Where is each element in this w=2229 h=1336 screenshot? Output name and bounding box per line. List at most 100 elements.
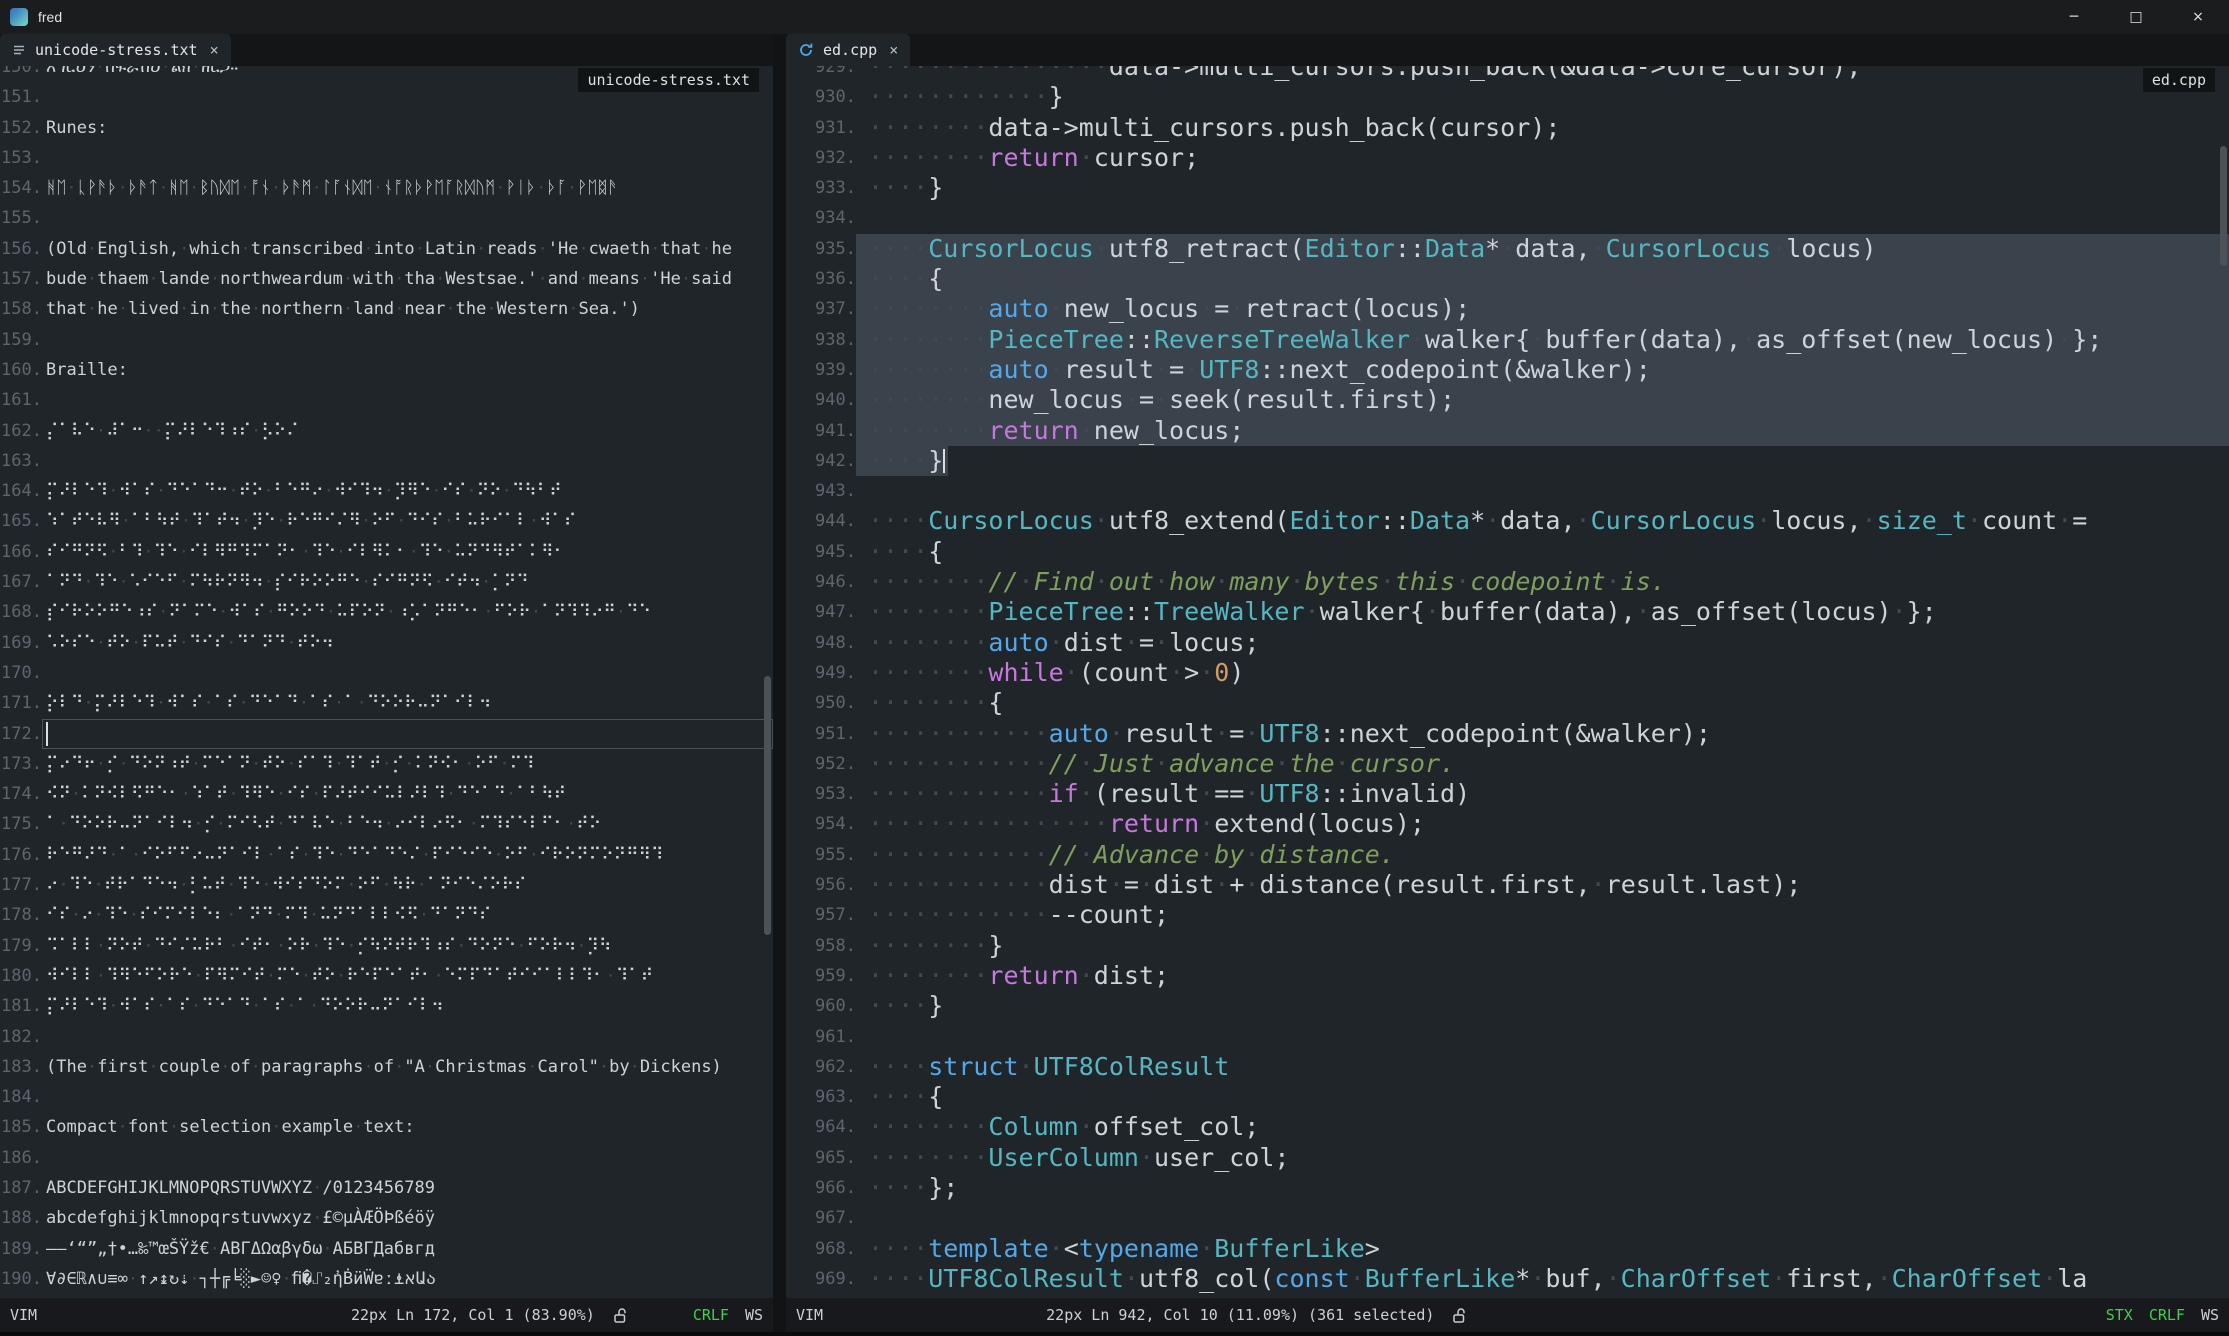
code-line[interactable]: 175.⠁·⠙⠕⠕⠗⠤⠝⠁⠊⠇⠲·⡊·⠍⠊⠣⠞·⠙⠁⠧⠑·⠃⠑⠲·⠔⠊⠇⠔⠫⠂·… — [0, 809, 773, 839]
left-editor[interactable]: unicode-stress.txt 150.እግርህን·በፍራሽህ·ልክ·ዘር… — [0, 66, 773, 1298]
code-line[interactable]: 163. — [0, 446, 773, 476]
code-line[interactable]: 177.⠔·⠹⠑·⠞⠗⠁⠙⠑⠲·⡃⠥⠞·⠹⠑·⠺⠊⠎⠙⠕⠍·⠕⠋·⠳⠗·⠁⠝⠊⠑… — [0, 870, 773, 900]
code-line[interactable]: 962.····struct·UTF8ColResult — [786, 1052, 2229, 1082]
right-encoding-indicator[interactable]: STX — [2106, 1306, 2133, 1324]
code-line[interactable]: 964.········Column·offset_col; — [786, 1112, 2229, 1142]
code-line[interactable]: 185.Compact·font·selection·example·text: — [0, 1112, 773, 1142]
code-line[interactable]: 944.····CursorLocus·utf8_extend(Editor::… — [786, 506, 2229, 536]
code-line[interactable]: 181.⡍⠜⠇⠑⠹·⠺⠁⠎·⠁⠎·⠙⠑⠁⠙·⠁⠎·⠁·⠙⠕⠕⠗⠤⠝⠁⠊⠇⠲ — [0, 991, 773, 1021]
left-scrollbar[interactable] — [762, 66, 773, 1298]
code-line[interactable]: 938.········PieceTree::ReverseTreeWalker… — [786, 325, 2229, 355]
code-line[interactable]: 170. — [0, 658, 773, 688]
code-line[interactable]: 159. — [0, 325, 773, 355]
code-line[interactable]: 966.····}; — [786, 1173, 2229, 1203]
code-line[interactable]: 180.⠺⠊⠇⠇·⠹⠻⠑⠋⠕⠗⠑·⠏⠻⠍⠊⠞·⠍⠑·⠞⠕·⠗⠑⠏⠑⠁⠞⠂·⠑⠍⠏… — [0, 961, 773, 991]
code-line[interactable]: 164.⡍⠜⠇⠑⠹·⠺⠁⠎·⠙⠑⠁⠙⠒·⠞⠕·⠃⠑⠛⠔·⠺⠊⠹⠲·⡹⠻⠑·⠊⠎·… — [0, 476, 773, 506]
code-line[interactable]: 188.abcdefghijklmnopqrstuvwxyz·£©µÀÆÖÞßé… — [0, 1203, 773, 1233]
code-line[interactable]: 190.∀∂∈ℝ∧∪≡∞·↑↗↨↻⇣·┐┼╔╘░►☺♀·ﬁ�⑀₂ἠḂӥẄɐː⍎א… — [0, 1264, 773, 1294]
code-line[interactable]: 160.Braille: — [0, 355, 773, 385]
code-line[interactable]: 946.········//·Find·out·how·many·bytes·t… — [786, 567, 2229, 597]
code-line[interactable]: 936.····{ — [786, 264, 2229, 294]
right-editor[interactable]: ed.cpp 929.················data->multi_c… — [786, 66, 2229, 1298]
code-line[interactable]: 958.········} — [786, 931, 2229, 961]
code-line[interactable]: 957.············--count; — [786, 900, 2229, 930]
code-line[interactable]: 183.(The·first·couple·of·paragraphs·of·"… — [0, 1052, 773, 1082]
code-line[interactable]: 942.····} — [786, 446, 2229, 476]
code-line[interactable]: 168.⡎⠊⠗⠕⠕⠛⠑⠰⠎·⠝⠁⠍⠑·⠺⠁⠎·⠛⠕⠕⠙·⠥⠏⠕⠝·⠰⡡⠁⠝⠛⠑⠂… — [0, 597, 773, 627]
right-whitespace-indicator[interactable]: WS — [2201, 1306, 2219, 1324]
code-line[interactable]: 152.Runes: — [0, 113, 773, 143]
code-line[interactable]: 167.⠁⠝⠙·⠹⠑·⠡⠊⠑⠋·⠍⠳⠗⠝⠻⠲·⡎⠊⠗⠕⠕⠛⠑·⠎⠊⠛⠝⠫·⠊⠞⠲… — [0, 567, 773, 597]
code-line[interactable]: 178.⠊⠎·⠔·⠹⠑·⠎⠊⠍⠊⠇⠑⠆·⠁⠝⠙·⠍⠹·⠥⠝⠙⠁⠇⠇⠪⠫·⠙⠁⠝⠙… — [0, 900, 773, 930]
tab-ed-cpp[interactable]: ed.cpp × — [786, 34, 910, 66]
code-line[interactable]: 179.⠩⠁⠇⠇·⠝⠕⠞·⠙⠊⠌⠥⠗⠃·⠊⠞⠂·⠕⠗·⠹⠑·⡊⠳⠝⠞⠗⠹⠰⠎·⠙… — [0, 931, 773, 961]
code-line[interactable]: 171.⡕⠇⠙·⡍⠜⠇⠑⠹·⠺⠁⠎·⠁⠎·⠙⠑⠁⠙·⠁⠎·⠁·⠙⠕⠕⠗⠤⠝⠁⠊⠇… — [0, 688, 773, 718]
code-line[interactable]: 961. — [786, 1022, 2229, 1052]
code-line[interactable]: 169.⠡⠕⠎⠑·⠞⠕·⠏⠥⠞·⠙⠊⠎·⠙⠁⠝⠙·⠞⠕⠲ — [0, 628, 773, 658]
maximize-button[interactable]: □ — [2105, 0, 2167, 34]
tab-close-icon[interactable]: × — [889, 41, 898, 59]
scrollbar-thumb[interactable] — [764, 676, 771, 935]
code-line[interactable]: 967. — [786, 1203, 2229, 1233]
code-line[interactable]: 153. — [0, 143, 773, 173]
code-line[interactable]: 161. — [0, 385, 773, 415]
code-line[interactable]: 941.········return·new_locus; — [786, 416, 2229, 446]
minimize-button[interactable]: ─ — [2043, 0, 2105, 34]
code-line[interactable]: 965.········UserColumn·user_col; — [786, 1143, 2229, 1173]
code-line[interactable]: 155. — [0, 203, 773, 233]
code-line[interactable]: 955.············//·Advance·by·distance. — [786, 840, 2229, 870]
close-button[interactable]: × — [2167, 0, 2229, 34]
scrollbar-thumb[interactable] — [2220, 146, 2227, 266]
code-line[interactable]: 931.········data->multi_cursors.push_bac… — [786, 113, 2229, 143]
code-line[interactable]: 949.········while·(count·>·0) — [786, 658, 2229, 688]
pane-divider[interactable] — [773, 34, 786, 1332]
code-line[interactable]: 172. — [0, 719, 773, 749]
tab-close-icon[interactable]: × — [210, 41, 219, 59]
code-line[interactable]: 943. — [786, 476, 2229, 506]
code-line[interactable]: 934. — [786, 203, 2229, 233]
code-line[interactable]: 963.····{ — [786, 1082, 2229, 1112]
line-text: ⠊⠎·⠔·⠹⠑·⠎⠊⠍⠊⠇⠑⠆·⠁⠝⠙·⠍⠹·⠥⠝⠙⠁⠇⠇⠪⠫·⠙⠁⠝⠙⠎ — [42, 900, 773, 930]
code-line[interactable]: 158.that·he·lived·in·the·northern·land·n… — [0, 294, 773, 324]
code-line[interactable]: 166.⠎⠊⠛⠝⠫·⠃⠹·⠹⠑·⠊⠇⠻⠛⠹⠍⠁⠝⠂·⠹⠑·⠊⠇⠻⠅⠂·⠹⠑·⠥⠝… — [0, 537, 773, 567]
code-line[interactable]: 165.⠱⠁⠞⠑⠧⠻·⠁⠃⠳⠞·⠹⠁⠞⠲·⡹⠑·⠗⠑⠛⠊⠌⠻·⠕⠋·⠙⠊⠎·⠃⠥… — [0, 506, 773, 536]
code-line[interactable]: 189.–—‘“”„†•…‰™œŠŸž€·ΑΒΓΔΩαβγδω·АБВГДабв… — [0, 1234, 773, 1264]
code-line[interactable]: 945.····{ — [786, 537, 2229, 567]
code-line[interactable]: 182. — [0, 1022, 773, 1052]
code-line[interactable]: 953.············if·(result·==·UTF8::inva… — [786, 779, 2229, 809]
code-line[interactable]: 939.········auto·result·=·UTF8::next_cod… — [786, 355, 2229, 385]
code-line[interactable]: 960.····} — [786, 991, 2229, 1021]
code-line[interactable]: 947.········PieceTree::TreeWalker·walker… — [786, 597, 2229, 627]
code-line[interactable]: 968.····template·<typename·BufferLike> — [786, 1234, 2229, 1264]
tab-unicode-stress-txt[interactable]: unicode-stress.txt × — [0, 34, 231, 66]
code-line[interactable]: 940.········new_locus·=·seek(result.firs… — [786, 385, 2229, 415]
code-line[interactable]: 932.········return·cursor; — [786, 143, 2229, 173]
code-line[interactable]: 184. — [0, 1082, 773, 1112]
code-line[interactable]: 162.⡌⠁⠧⠑·⠼⠁⠒··⡍⠜⠇⠑⠹⠰⠎·⡣⠕⠌ — [0, 416, 773, 446]
code-line[interactable]: 157.bude·thaem·lande·northweardum·with·t… — [0, 264, 773, 294]
code-line[interactable]: 969.····UTF8ColResult·utf8_col(const·Buf… — [786, 1264, 2229, 1294]
code-line[interactable]: 176.⠗⠑⠛⠜⠙·⠁·⠊⠕⠋⠋⠔⠤⠝⠁⠊⠇·⠁⠎·⠹⠑·⠙⠑⠁⠙⠑⠌·⠏⠊⠑⠊… — [0, 840, 773, 870]
code-line[interactable]: 187.ABCDEFGHIJKLMNOPQRSTUVWXYZ·/01234567… — [0, 1173, 773, 1203]
code-line[interactable]: 929.················data->multi_cursors.… — [786, 66, 2229, 82]
code-line[interactable]: 959.········return·dist; — [786, 961, 2229, 991]
code-line[interactable]: 954.················return·extend(locus)… — [786, 809, 2229, 839]
code-line[interactable]: 952.············//·Just·advance·the·curs… — [786, 749, 2229, 779]
code-line[interactable]: 951.············auto·result·=·UTF8::next… — [786, 719, 2229, 749]
code-line[interactable]: 937.········auto·new_locus·=·retract(loc… — [786, 294, 2229, 324]
code-line[interactable]: 930.············} — [786, 82, 2229, 112]
right-scrollbar[interactable] — [2218, 66, 2229, 1298]
code-line[interactable]: 156.(Old·English,·which·transcribed·into… — [0, 234, 773, 264]
code-line[interactable]: 933.····} — [786, 173, 2229, 203]
code-line[interactable]: 186. — [0, 1143, 773, 1173]
right-eol-indicator[interactable]: CRLF — [2149, 1306, 2185, 1324]
code-line[interactable]: 948.········auto·dist·=·locus; — [786, 628, 2229, 658]
code-line[interactable]: 173.⡍⠔⠙⠖·⡊·⠙⠕⠝⠰⠞·⠍⠑⠁⠝·⠞⠕·⠎⠁⠹·⠹⠁⠞·⡊·⠅⠝⠪⠂·… — [0, 749, 773, 779]
code-line[interactable]: 935.····CursorLocus·utf8_retract(Editor:… — [786, 234, 2229, 264]
code-line[interactable]: 154.ᚻᛖ·ᚳᚹᚫᚦ·ᚦᚫᛏ·ᚻᛖ·ᛒᚢᛞᛖ·ᚩᚾ·ᚦᚫᛗ·ᛚᚪᚾᛞᛖ·ᚾᚩᚱ… — [0, 173, 773, 203]
code-line[interactable]: 956.············dist·=·dist·+·distance(r… — [786, 870, 2229, 900]
left-eol-indicator[interactable]: CRLF — [693, 1306, 729, 1324]
code-line[interactable]: 950.········{ — [786, 688, 2229, 718]
code-line[interactable]: 174.⠪⠝·⠅⠝⠪⠇⠫⠛⠑⠂·⠱⠁⠞·⠹⠻⠑·⠊⠎·⠏⠜⠞⠊⠊⠥⠇⠜⠇⠹·⠙⠑… — [0, 779, 773, 809]
left-whitespace-indicator[interactable]: WS — [745, 1306, 763, 1324]
